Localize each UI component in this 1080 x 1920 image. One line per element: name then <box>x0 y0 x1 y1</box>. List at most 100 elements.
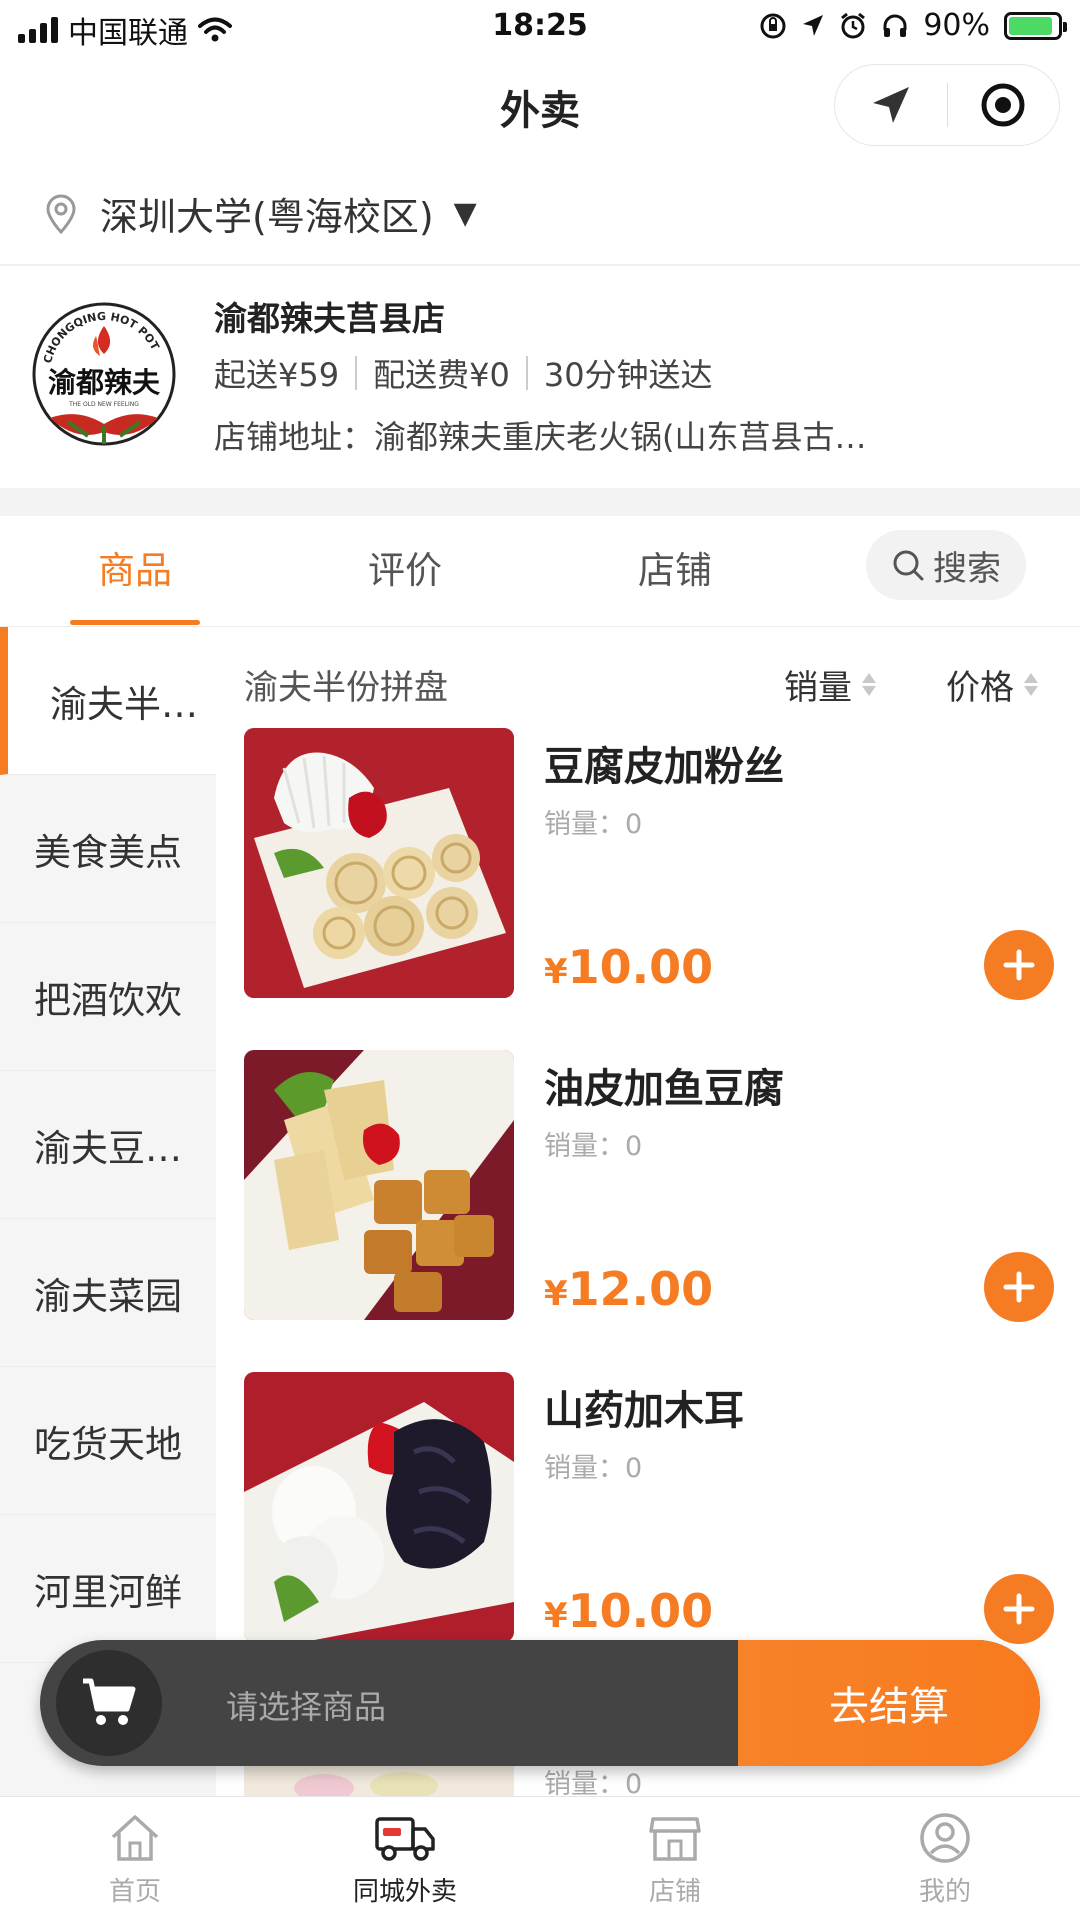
product-card[interactable]: 油皮加鱼豆腐 销量：0 ¥12.00 <box>244 1050 1064 1322</box>
tabbar-label: 店铺 <box>648 1877 701 1907</box>
plus-icon <box>1003 1271 1035 1303</box>
sort-by-sales[interactable]: 销量 <box>784 660 876 709</box>
meta-divider <box>525 356 528 390</box>
product-image-partial <box>244 1766 514 1796</box>
location-arrow-icon <box>803 14 824 36</box>
currency-symbol: ¥ <box>544 1274 568 1314</box>
location-button[interactable] <box>835 65 947 145</box>
signal-icon <box>18 17 58 43</box>
cart-hint: 请选择商品 <box>226 1688 387 1726</box>
tab-reviews[interactable]: 评价 <box>325 540 485 594</box>
sort-by-price[interactable]: 价格 <box>946 660 1038 709</box>
plus-icon <box>1003 949 1035 981</box>
sort-arrows-icon <box>862 673 876 696</box>
store-logo: CHONGQING HOT POT 渝都辣夫 THE OLD NEW FEELI… <box>32 302 176 446</box>
tabbar-label: 首页 <box>108 1877 161 1907</box>
battery-fill <box>1009 16 1053 35</box>
store-icon <box>649 1817 701 1861</box>
logo-main-text: 渝都辣夫 <box>48 366 161 399</box>
shopping-cart-icon <box>83 1678 136 1725</box>
product-name: 山药加木耳 <box>544 1388 744 1434</box>
battery-icon <box>1004 11 1067 40</box>
product-sales: 销量：0 <box>544 1453 643 1484</box>
product-image-tofu-skin-vermicelli <box>244 728 514 998</box>
product-image-yam-wood-ear <box>244 1372 514 1642</box>
home-icon <box>111 1815 159 1861</box>
navigation-arrow-icon <box>872 87 909 123</box>
category-item[interactable]: 渝夫半… <box>0 627 216 775</box>
product-price: ¥10.00 <box>544 940 713 994</box>
tabbar-label: 我的 <box>918 1877 971 1907</box>
product-price: ¥10.00 <box>544 1584 713 1638</box>
category-item[interactable]: 渝夫豆… <box>0 1071 216 1219</box>
product-sales: 销量：0 <box>544 1131 643 1162</box>
add-to-cart-button[interactable] <box>984 1574 1054 1644</box>
sort-arrows-icon <box>1024 673 1038 696</box>
carrier-label: 中国联通 <box>68 16 188 51</box>
product-name: 油皮加鱼豆腐 <box>544 1066 784 1112</box>
store-meta: 起送¥59 配送费¥0 30分钟送达 <box>214 350 713 396</box>
delivery-fee: 配送费¥0 <box>373 356 510 394</box>
product-price: ¥12.00 <box>544 1262 713 1316</box>
price-value: 12.00 <box>567 1262 714 1316</box>
tabbar-item-home[interactable]: 首页 <box>0 1797 270 1920</box>
wifi-icon <box>198 17 232 42</box>
add-to-cart-button[interactable] <box>984 930 1054 1000</box>
cart-bar[interactable]: 请选择商品 去结算 <box>40 1640 1040 1766</box>
category-item[interactable]: 吃货天地 <box>0 1367 216 1515</box>
status-right: 90% <box>759 8 1067 43</box>
store-address: 店铺地址：渝都辣夫重庆老火锅(山东莒县古… <box>214 418 867 456</box>
search-label: 搜索 <box>933 548 1001 589</box>
mini-program-capsule <box>834 64 1060 146</box>
target-circle-icon <box>981 83 1025 127</box>
user-icon <box>920 1813 970 1863</box>
price-value: 10.00 <box>567 940 714 994</box>
location-name: 深圳大学(粤海校区) <box>100 195 434 239</box>
active-tab-indicator <box>70 620 200 625</box>
meta-divider <box>355 356 358 390</box>
location-selector[interactable]: 深圳大学(粤海校区) ▼ <box>44 186 477 241</box>
add-to-cart-button[interactable] <box>984 1252 1054 1322</box>
cart-button[interactable] <box>56 1650 162 1756</box>
tab-products[interactable]: 商品 <box>55 540 215 594</box>
alarm-icon <box>841 12 866 38</box>
tabbar-label: 同城外卖 <box>352 1877 457 1907</box>
store-name: 渝都辣夫莒县店 <box>214 299 445 338</box>
currency-symbol: ¥ <box>544 1596 568 1636</box>
close-miniprogram-button[interactable] <box>948 65 1060 145</box>
map-pin-icon <box>46 194 76 234</box>
product-card[interactable]: 山药加木耳 销量：0 ¥10.00 <box>244 1372 1064 1644</box>
search-icon <box>893 550 924 581</box>
logo-sub-text: THE OLD NEW FEELING <box>68 401 139 408</box>
tab-store[interactable]: 店铺 <box>595 540 755 594</box>
orientation-lock-icon <box>760 13 786 38</box>
tabbar-item-profile[interactable]: 我的 <box>810 1797 1080 1920</box>
delivery-truck-icon <box>375 1817 435 1861</box>
product-name: 豆腐皮加粉丝 <box>544 744 784 790</box>
tabbar-item-delivery[interactable]: 同城外卖 <box>270 1797 540 1920</box>
category-item[interactable]: 渝夫菜园 <box>0 1219 216 1367</box>
search-button[interactable]: 搜索 <box>866 530 1026 600</box>
product-card[interactable]: 豆腐皮加粉丝 销量：0 ¥10.00 <box>244 728 1064 1000</box>
product-image-bean-curd-fish-tofu <box>244 1050 514 1320</box>
status-bar: 中国联通 18:25 90% <box>0 0 1080 56</box>
section-separator <box>0 488 1080 516</box>
bottom-tab-bar: 首页 同城外卖 店铺 我的 <box>0 1796 1080 1920</box>
product-sales: 销量：0 <box>544 809 643 840</box>
category-item[interactable]: 把酒饮欢 <box>0 923 216 1071</box>
divider <box>0 264 1080 266</box>
min-order: 起送¥59 <box>214 356 340 394</box>
sort-price-label: 价格 <box>946 668 1014 708</box>
category-sidebar: 渝夫半… 美食美点 把酒饮欢 渝夫豆… 渝夫菜园 吃货天地 河里河鲜 渝… <box>0 627 216 1797</box>
dropdown-caret-icon: ▼ <box>453 196 477 231</box>
delivery-time: 30分钟送达 <box>543 356 713 394</box>
plus-icon <box>1003 1593 1035 1625</box>
category-item[interactable]: 美食美点 <box>0 775 216 923</box>
tabbar-item-store[interactable]: 店铺 <box>540 1797 810 1920</box>
checkout-button[interactable]: 去结算 <box>738 1640 1040 1766</box>
battery-percent: 90% <box>923 8 990 43</box>
sort-sales-label: 销量 <box>784 668 852 708</box>
status-left: 中国联通 <box>18 8 232 52</box>
price-value: 10.00 <box>567 1584 714 1638</box>
category-title: 渝夫半份拼盘 <box>244 668 448 708</box>
